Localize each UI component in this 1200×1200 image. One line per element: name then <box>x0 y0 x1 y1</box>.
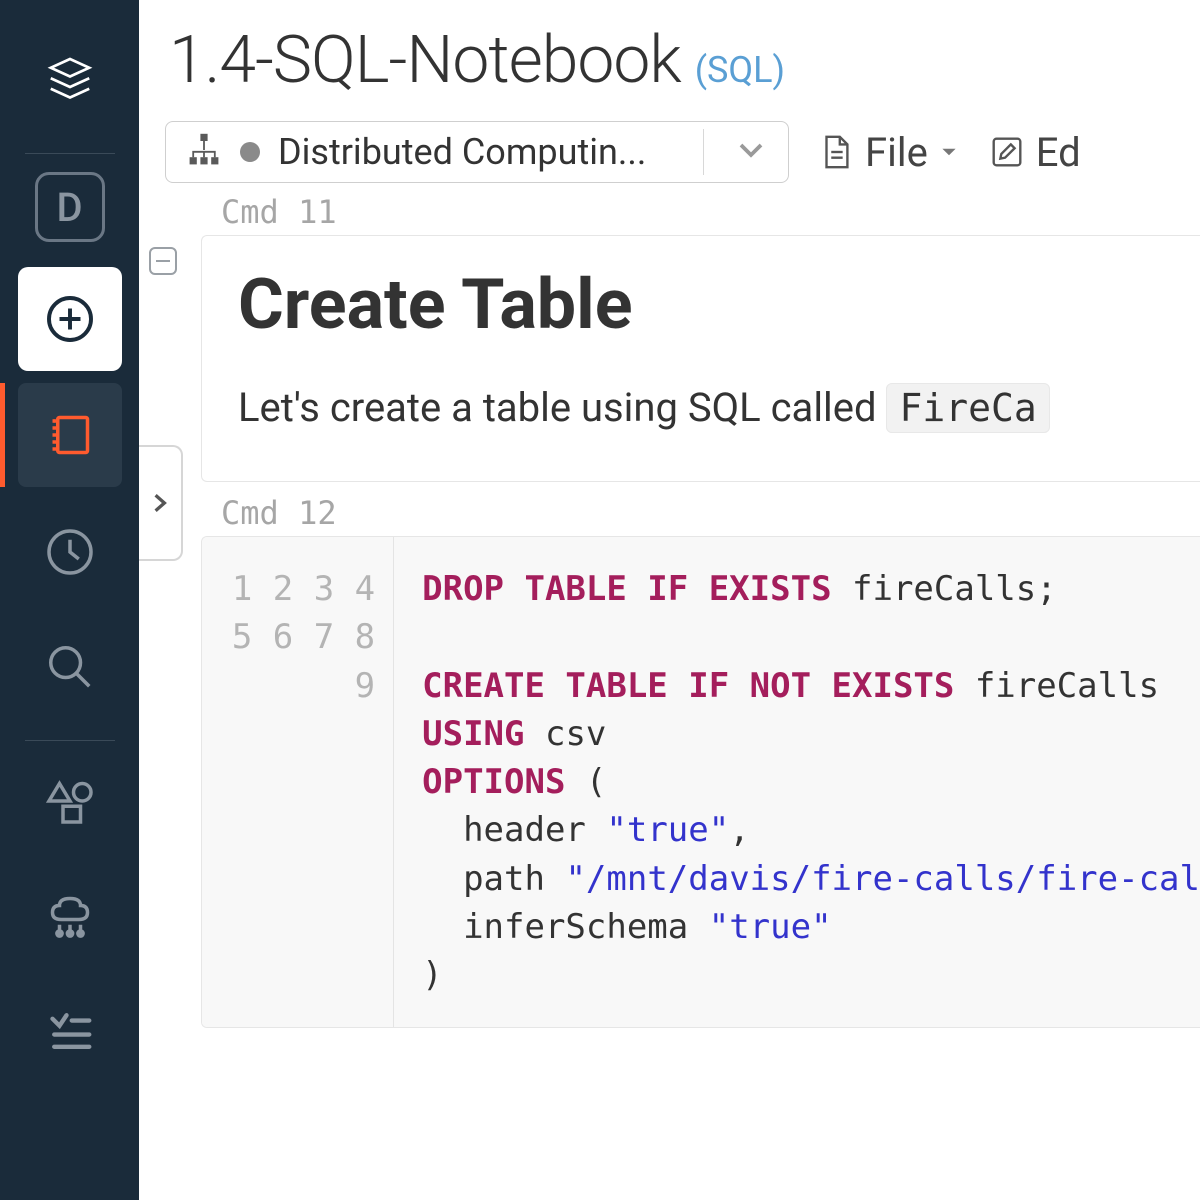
logo-icon[interactable] <box>20 30 120 130</box>
inline-code: FireCa <box>886 383 1049 433</box>
edit-icon <box>988 133 1026 171</box>
md-paragraph: Let's create a table using SQL called Fi… <box>238 384 1164 431</box>
create-button[interactable] <box>18 267 122 371</box>
edit-label: Ed <box>1036 129 1081 176</box>
search-icon[interactable] <box>20 617 120 717</box>
md-text: Let's create a table using SQL called <box>238 384 886 431</box>
file-label: File <box>865 129 928 176</box>
notebook-language[interactable]: (SQL) <box>695 49 785 91</box>
divider <box>703 129 704 175</box>
sidebar: D <box>0 0 139 1200</box>
sidebar-divider <box>25 740 115 741</box>
cmd-label: Cmd 12 <box>201 488 1200 536</box>
edit-menu[interactable]: Ed <box>988 129 1081 176</box>
recents-icon[interactable] <box>20 502 120 602</box>
toolbar: Distributed Computin... File Ed <box>139 117 1200 187</box>
md-heading: Create Table <box>238 264 1164 346</box>
caret-down-icon <box>938 141 960 163</box>
main-content: 1.4-SQL-Notebook (SQL) Distributed Compu… <box>139 0 1200 1200</box>
cluster-picker[interactable]: Distributed Computin... <box>165 121 789 183</box>
collapse-icon[interactable] <box>149 247 177 275</box>
clusters-icon[interactable] <box>20 866 120 966</box>
shapes-icon[interactable] <box>20 751 120 851</box>
data-icon[interactable]: D <box>35 172 105 242</box>
d-label: D <box>56 184 82 231</box>
expand-panel-button[interactable] <box>139 445 183 561</box>
status-dot <box>240 142 260 162</box>
code-body[interactable]: DROP TABLE IF EXISTS fireCalls; CREATE T… <box>394 537 1200 1027</box>
cmd-label: Cmd 11 <box>201 187 1200 235</box>
cells-container: Cmd 11 Create Table Let's create a table… <box>139 187 1200 1028</box>
chevron-down-icon[interactable] <box>722 135 780 169</box>
title-bar: 1.4-SQL-Notebook (SQL) <box>139 0 1200 117</box>
file-icon <box>817 133 855 171</box>
jobs-icon[interactable] <box>20 981 120 1081</box>
file-menu[interactable]: File <box>817 129 960 176</box>
notebook-title[interactable]: 1.4-SQL-Notebook <box>169 22 681 99</box>
line-gutter: 1 2 3 4 5 6 7 8 9 <box>202 537 394 1027</box>
cluster-name: Distributed Computin... <box>278 131 685 173</box>
hierarchy-icon <box>186 132 222 172</box>
markdown-cell[interactable]: Create Table Let's create a table using … <box>201 235 1200 482</box>
workspace-icon[interactable] <box>18 383 122 487</box>
code-cell[interactable]: 1 2 3 4 5 6 7 8 9 DROP TABLE IF EXISTS f… <box>201 536 1200 1028</box>
sidebar-divider <box>25 153 115 154</box>
